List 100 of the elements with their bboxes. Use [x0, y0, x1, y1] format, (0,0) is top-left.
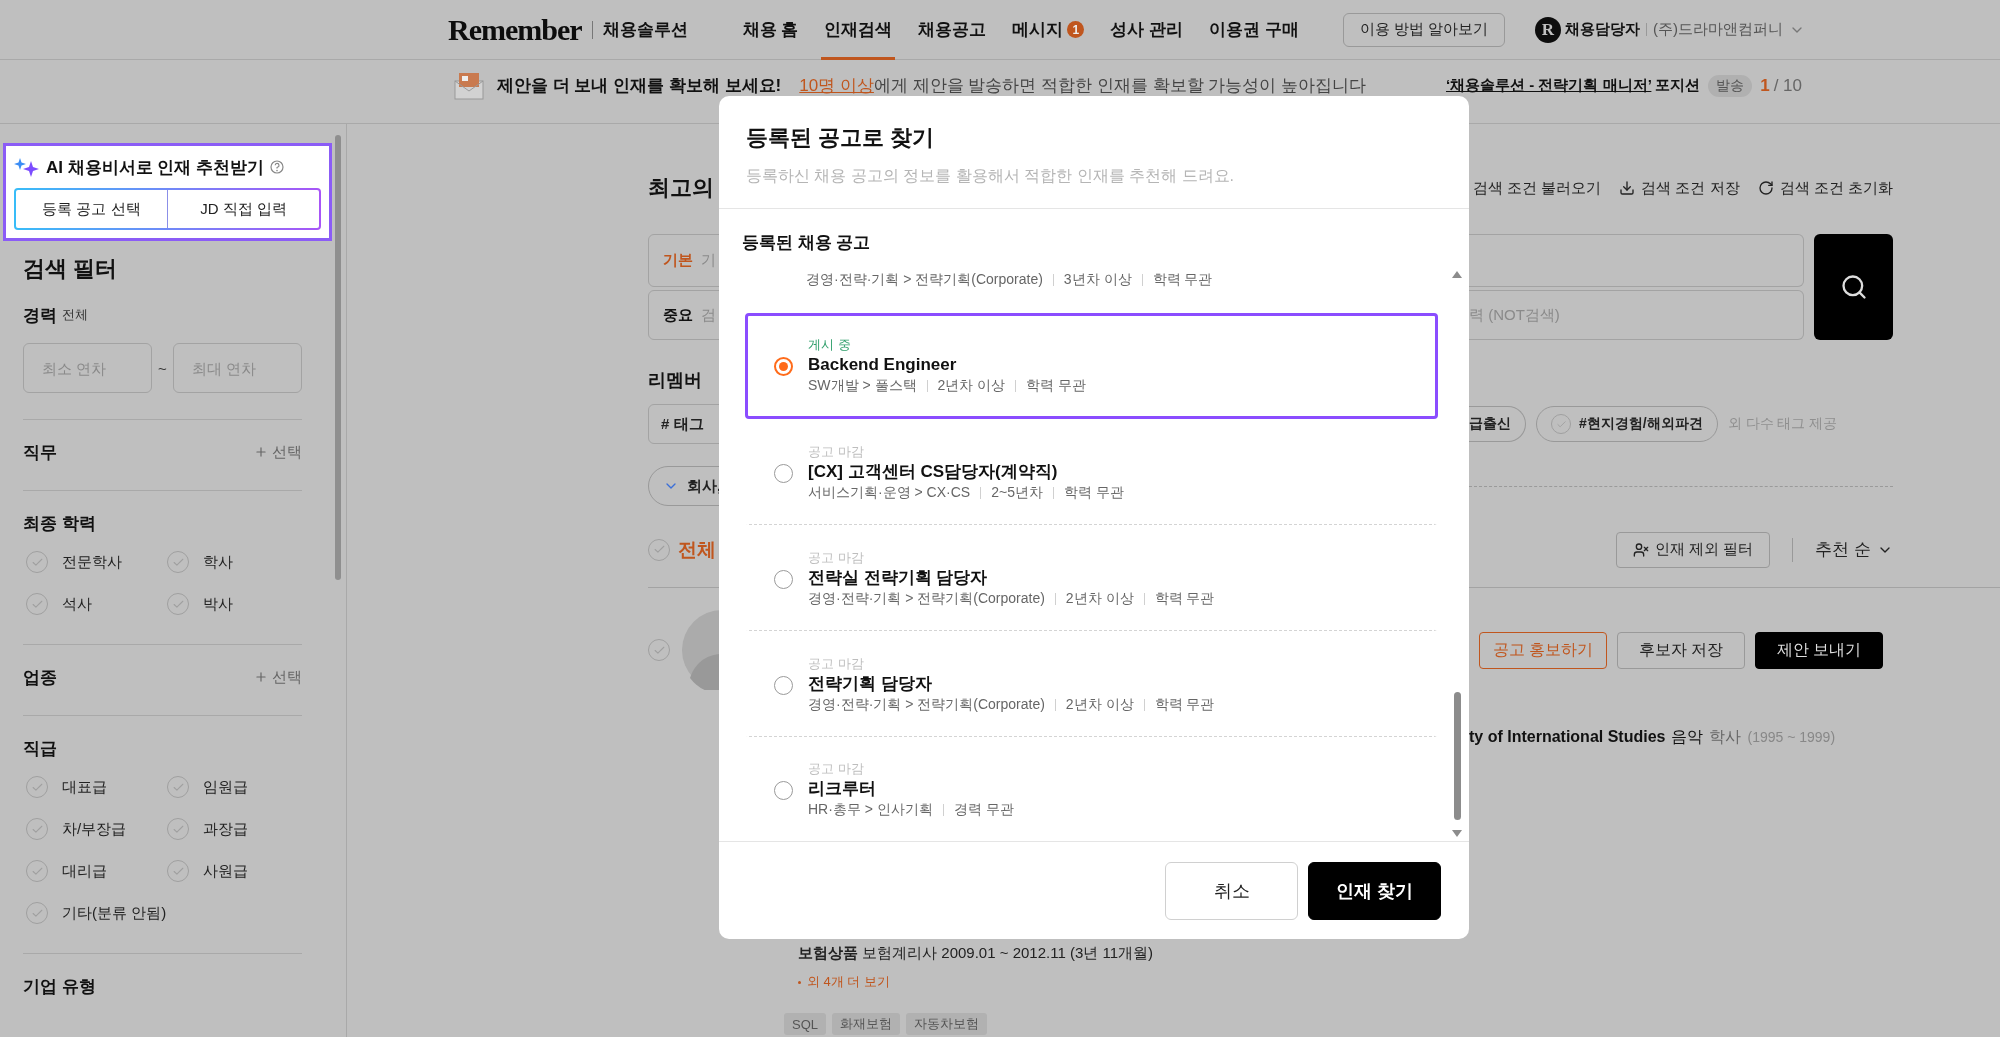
job-detail: 2~5년차 — [991, 484, 1043, 502]
position-link[interactable]: ‘채용솔루션 - 전략기획 매니저’ — [1446, 76, 1652, 93]
sort-dropdown[interactable]: 추천 순 — [1815, 538, 1893, 561]
job-detail: 2년차 이상 — [937, 377, 1006, 395]
download-icon — [1619, 180, 1636, 196]
job-status: 공고 마감 — [808, 548, 865, 566]
job-title: Backend Engineer — [808, 353, 958, 376]
logo[interactable]: Remember — [448, 12, 582, 47]
range-separator: ~ — [157, 359, 168, 377]
radio-button[interactable] — [774, 569, 793, 589]
bullet-icon — [798, 980, 801, 984]
action-button[interactable]: 제안 보내기 — [1755, 631, 1883, 669]
skill-tag: 화재보험 — [832, 1013, 900, 1035]
plus-icon — [254, 670, 268, 684]
section-note: 전체 — [62, 306, 88, 324]
radio-button[interactable] — [774, 463, 793, 483]
job-detail: 학력 무관 — [1154, 696, 1215, 714]
nav-tab[interactable]: 채용공고 — [915, 0, 990, 60]
job-detail: 학력 무관 — [1152, 270, 1213, 289]
job-option[interactable]: 게시 중 Backend Engineer SW개발 > 풀스택 2년차 이상 학력 무관 — [745, 313, 1438, 419]
ai-option-button[interactable]: 등록 공고 선택 — [16, 190, 168, 228]
job-title: 전략실 전략기획 담당자 — [808, 566, 989, 589]
company-name: (주)드라마앤컴퍼니 — [1653, 20, 1783, 39]
user-avatar: R — [1535, 16, 1561, 43]
section-title: 직급 — [23, 737, 57, 760]
nav-tab[interactable]: 인재검색 — [821, 0, 896, 60]
degree: 학사 — [1709, 726, 1742, 747]
sent-total: / 10 — [1773, 75, 1802, 96]
option-label: 학사 — [203, 552, 233, 572]
ai-option-button[interactable]: JD 직접 입력 — [168, 190, 319, 228]
sparkle-icon — [14, 157, 40, 177]
nav-tab[interactable]: 성사 관리 — [1107, 0, 1187, 60]
toolbar-button[interactable]: 검색 조건 초기화 — [1757, 178, 1893, 198]
help-button[interactable]: 이용 방법 알아보기 — [1342, 12, 1505, 47]
job-detail: 학력 무관 — [1154, 590, 1215, 608]
option-label: 기타(분류 안됨) — [62, 903, 167, 923]
radio-button[interactable] — [774, 675, 793, 695]
job-detail: 경영·전략·기획 > 전략기획(Corporate) — [808, 590, 1045, 608]
search-field[interactable] — [1469, 234, 1804, 287]
search-button[interactable] — [1814, 234, 1893, 340]
section-title: 업종 — [23, 666, 57, 689]
scrollbar-thumb[interactable] — [1453, 692, 1461, 820]
option-label: 과장급 — [203, 819, 248, 839]
career-entry: 보험상품 보험계리사 2009.01 ~ 2012.11 (3년 11개월) — [798, 943, 1154, 963]
option-label: 임원급 — [203, 777, 248, 797]
section-title: 기업 유형 — [23, 975, 96, 998]
scroll-down-icon[interactable] — [1452, 830, 1462, 837]
banner-message: 10명 이상에게 제안을 발송하면 적합한 인재를 확보할 가능성이 높아집니다 — [799, 75, 1366, 97]
envelope-icon — [453, 70, 485, 101]
job-title: 전략기획 담당자 — [808, 672, 933, 695]
job-option[interactable]: 공고 마감 전략실 전략기획 담당자 경영·전략·기획 > 전략기획(Corporate) 2년차 이상 학력 무관 — [745, 525, 1438, 631]
count-badge: 1 — [1067, 21, 1085, 38]
job-detail: SW개발 > 풀스택 — [808, 377, 917, 395]
job-detail: 서비스기획·운영 > CX·CS — [808, 484, 971, 502]
check-icon — [652, 543, 666, 556]
filter-title: 검색 필터 — [23, 255, 119, 283]
select-all-label: 전체 — [678, 537, 716, 562]
ai-panel-title: AI 채용비서로 인재 추천받기 — [46, 156, 265, 179]
user-remove-icon — [1632, 541, 1649, 558]
job-detail: 경영·전략·기획 > 전략기획(Corporate) — [806, 270, 1043, 289]
job-detail: 경영·전략·기획 > 전략기획(Corporate) — [808, 696, 1045, 714]
field-label: 기본 — [663, 251, 693, 270]
dialog-title: 등록된 공고로 찾기 — [746, 124, 936, 152]
job-detail: 학력 무관 — [1026, 377, 1087, 395]
toolbar-button[interactable]: 검색 조건 저장 — [1619, 178, 1740, 198]
field-label: 중요 — [663, 305, 693, 325]
position-text: ‘채용솔루션 - 전략기획 매니저’ 포지션 — [1446, 76, 1701, 95]
option-label: 차/부장급 — [62, 819, 127, 839]
find-button[interactable]: 인재 찾기 — [1308, 862, 1441, 920]
nav-tab[interactable]: 채용 홈 — [739, 0, 802, 60]
skill-tag: SQL — [784, 1013, 826, 1035]
job-title: [CX] 고객센터 CS담당자(계약직) — [808, 460, 1059, 483]
radio-button[interactable] — [774, 780, 793, 800]
scroll-up-icon[interactable] — [1452, 271, 1462, 278]
job-option[interactable]: 공고 마감 리크루터 HR·총무 > 인사기획 경력 무관 — [745, 737, 1438, 841]
exclude-filter-button[interactable]: 인재 제외 필터 — [1615, 531, 1771, 568]
page-title: 최고의 — [648, 174, 714, 202]
scrollbar[interactable] — [335, 135, 341, 580]
job-status: 공고 마감 — [808, 442, 865, 460]
toolbar-button[interactable]: 검색 조건 불러오기 — [1472, 178, 1602, 198]
option-label: 전문학사 — [62, 552, 122, 572]
job-option[interactable]: 공고 마감 전략기획 담당자 경영·전략·기획 > 전략기획(Corporate) 2년차 이상 학력 무관 — [745, 631, 1438, 737]
option-label: 석사 — [62, 594, 92, 614]
action-button[interactable]: 후보자 저장 — [1617, 631, 1745, 669]
user-name: 채용담당자 — [1565, 20, 1640, 39]
nav-tab[interactable]: 메시지 1 — [1009, 0, 1088, 60]
option-label: 대표급 — [62, 777, 107, 797]
job-title: 리크루터 — [808, 777, 877, 800]
job-status: 공고 마감 — [808, 654, 865, 672]
option-label: 대리급 — [62, 861, 107, 881]
section-title: 최종 학력 — [23, 512, 96, 535]
sent-count: 1 — [1760, 75, 1770, 96]
radio-button[interactable] — [774, 356, 793, 376]
job-option[interactable]: 공고 마감 [CX] 고객센터 CS담당자(계약직) 서비스기획·운영 > CX·CS 2~5년차 학력 무관 — [745, 419, 1438, 525]
nav-tab[interactable]: 이용권 구매 — [1206, 0, 1302, 60]
section-title: 직무 — [23, 441, 57, 464]
cancel-button[interactable]: 취소 — [1165, 862, 1298, 920]
job-detail: 2년차 이상 — [1065, 590, 1134, 608]
option-label: 박사 — [203, 594, 233, 614]
job-detail: 2년차 이상 — [1065, 696, 1134, 714]
